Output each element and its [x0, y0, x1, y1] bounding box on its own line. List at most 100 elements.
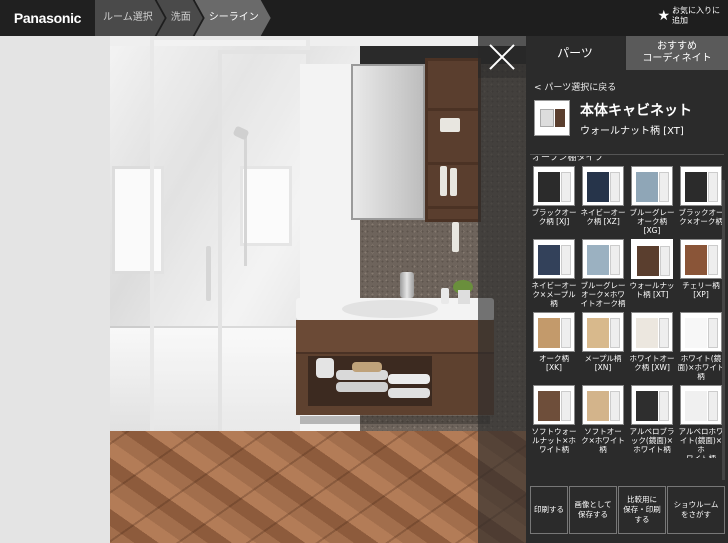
bottle	[450, 168, 457, 196]
color-swatch[interactable]: ブルーグレー オーク柄 [XG]	[628, 166, 676, 235]
tab-recommended-line1: おすすめ	[657, 41, 697, 52]
close-panel-button[interactable]	[478, 36, 526, 78]
swatch-door	[637, 246, 659, 276]
swatch-side	[561, 172, 571, 202]
color-swatch[interactable]: ブラックオー ク柄 [XJ]	[530, 166, 578, 226]
swatch-side	[610, 391, 620, 421]
swatch-label: ウォールナッ ト柄 [XT]	[628, 281, 676, 299]
compare-line2: 保存・印刷する	[623, 505, 661, 524]
color-swatch[interactable]: ブラックオー ク×オーク柄	[677, 166, 725, 226]
breadcrumb-c-line[interactable]: シーライン	[195, 0, 271, 36]
color-swatch[interactable]: ウォールナッ ト柄 [XT]	[628, 239, 676, 299]
swatch-side	[561, 391, 571, 421]
color-swatch[interactable]: ホワイトオー ク柄 [XW]	[628, 312, 676, 372]
swatch-label: ホワイト(鏡 面)×ホワイト柄	[677, 354, 725, 381]
swatch-label-line: オーク柄 [XG]	[637, 217, 667, 235]
color-swatch[interactable]: オーク柄 [XK]	[530, 312, 578, 372]
compare-save-button[interactable]: 比較用に 保存・印刷する	[618, 486, 666, 534]
swatch-image	[680, 166, 722, 206]
left-wall	[0, 36, 110, 543]
swatch-side	[561, 318, 571, 348]
swatch-label-line: ブラックオー	[678, 208, 724, 217]
scrollbar[interactable]	[722, 180, 725, 480]
swatch-label-line: ホワイト柄	[633, 445, 671, 454]
swatch-label-line: チェリー柄	[682, 281, 720, 290]
shelf-board	[428, 162, 478, 165]
swatch-label-line: メープル柄	[584, 354, 622, 363]
swatch-label-line: ブルーグレー	[629, 208, 675, 217]
swatch-label: ブルーグレー オーク柄 [XG]	[628, 208, 676, 235]
faucet[interactable]	[400, 272, 414, 298]
swatch-label-line: ク柄 [XZ]	[586, 217, 620, 226]
save-image-line1: 画像として	[574, 500, 612, 509]
shelf-board	[428, 206, 478, 209]
swatch-label-line: ク×ホワイト柄	[581, 436, 625, 454]
swatch-label: ソフトオー ク×ホワイト柄	[579, 427, 627, 454]
save-image-button[interactable]: 画像として 保存する	[569, 486, 617, 534]
mirror-cabinet[interactable]	[351, 64, 425, 220]
color-swatch[interactable]: ネイビーオー ク柄 [XZ]	[579, 166, 627, 226]
back-to-parts-link[interactable]: < パーツ選択に戻る	[534, 80, 616, 93]
swatch-label: ブラックオー ク×オーク柄	[677, 208, 725, 226]
color-swatch[interactable]: ネイビーオー ク×メープル柄	[530, 239, 578, 308]
swatch-side	[659, 391, 669, 421]
swatch-door	[685, 245, 707, 275]
compare-line1: 比較用に	[627, 495, 657, 504]
swatch-door	[538, 245, 560, 275]
swatch-label-line: 柄	[550, 299, 558, 308]
swatch-image	[680, 312, 722, 352]
drawer-front	[296, 320, 494, 354]
swatch-label-line: ソフトオー	[584, 427, 622, 436]
swatch-image	[582, 312, 624, 352]
part-subtitle: ウォールナット柄 [XT]	[580, 126, 684, 137]
color-swatch[interactable]: ソフトオー ク×ホワイト柄	[579, 385, 627, 454]
swatch-side	[561, 245, 571, 275]
floor-pattern	[110, 431, 528, 543]
action-buttons: 印刷する 画像として 保存する 比較用に 保存・印刷する ショウルーム をさがす	[530, 486, 726, 534]
swatch-label-line: ワイト柄	[677, 454, 725, 458]
add-favorite-button[interactable]: ★ お気に入りに追加	[657, 6, 722, 26]
find-showroom-button[interactable]: ショウルーム をさがす	[667, 486, 725, 534]
swatch-label: ネイビーオー ク柄 [XZ]	[579, 208, 627, 226]
color-swatch[interactable]: アルベロホワイト(鏡面)×ホワイト柄	[677, 385, 725, 458]
soap-bottle	[441, 288, 449, 304]
swatch-label-line: オーク×ホワ	[581, 290, 625, 299]
swatch-image	[631, 166, 673, 206]
door-handle	[206, 246, 211, 301]
swatch-label-line: ト柄 [XT]	[635, 290, 669, 299]
swatch-label: ネイビーオー ク×メープル柄	[530, 281, 578, 308]
color-swatch[interactable]: メープル柄 [XN]	[579, 312, 627, 372]
color-swatch[interactable]: チェリー柄 [XP]	[677, 239, 725, 299]
tab-recommended-coordinate[interactable]: おすすめ コーディネイト	[626, 36, 728, 70]
swatch-door	[587, 172, 609, 202]
swatch-label: ソフトウォー ルナット×ホ ワイト柄	[530, 427, 578, 454]
swatch-door	[538, 172, 560, 202]
color-swatch[interactable]: ホワイト(鏡 面)×ホワイト柄	[677, 312, 725, 381]
tab-recommended-line2: コーディネイト	[642, 53, 712, 64]
shelf-board	[428, 108, 478, 111]
swatch-label-line: ホワイトオー	[629, 354, 675, 363]
swatch-door	[636, 391, 658, 421]
section-heading: オープン棚タイプ	[532, 156, 604, 162]
breadcrumb: ルーム選択 洗面 シーライン	[95, 0, 263, 36]
print-button[interactable]: 印刷する	[530, 486, 568, 534]
color-swatch[interactable]: ソフトウォー ルナット×ホ ワイト柄	[530, 385, 578, 454]
swatch-label-line: オーク柄 [XK]	[539, 354, 569, 372]
swatch-label-line: ネイビーオー	[580, 208, 626, 217]
open-shelf-cabinet[interactable]	[425, 58, 481, 222]
thumb-shelf	[554, 109, 565, 127]
swatch-label-line: ック(鏡面)×	[630, 436, 674, 445]
swatch-side	[659, 318, 669, 348]
swatch-label: ブラックオー ク柄 [XJ]	[530, 208, 578, 226]
star-icon: ★	[657, 8, 670, 24]
swatch-image	[582, 239, 624, 279]
swatch-door	[587, 318, 609, 348]
swatch-image	[680, 239, 722, 279]
brand-logo[interactable]: Panasonic	[0, 0, 95, 36]
swatch-label-line: アルベロブラ	[629, 427, 675, 436]
color-swatch[interactable]: ブルーグレー オーク×ホワ イトオーク柄	[579, 239, 627, 308]
breadcrumb-room-select[interactable]: ルーム選択	[95, 0, 165, 36]
color-swatch[interactable]: アルベロブラ ック(鏡面)× ホワイト柄	[628, 385, 676, 454]
swatch-door	[685, 172, 707, 202]
wash-basin	[342, 300, 438, 318]
